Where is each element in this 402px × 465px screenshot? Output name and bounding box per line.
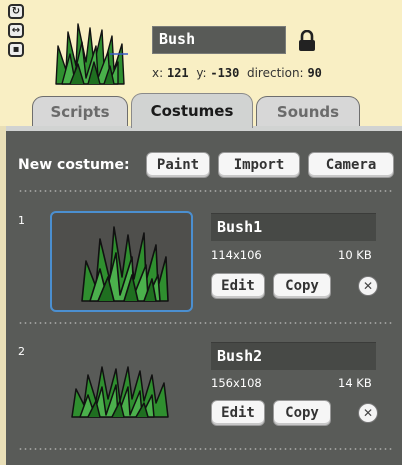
sprite-thumbnail[interactable] (48, 18, 130, 90)
costume-filesize: 10 KB (338, 248, 372, 262)
costume-dimensions: 114x106 (211, 248, 262, 262)
sprite-name-input[interactable]: Bush (152, 26, 286, 54)
direction-label: direction: (246, 66, 304, 80)
bush2-image (71, 366, 169, 418)
bush1-image (81, 226, 169, 302)
delete-costume-icon[interactable]: ✕ (358, 276, 378, 296)
no-rotate-icon[interactable]: ▪ (8, 42, 24, 57)
copy-button[interactable]: Copy (273, 400, 331, 426)
lock-icon[interactable] (298, 30, 316, 52)
costume-name-input[interactable]: Bush1 (211, 213, 376, 241)
copy-button[interactable]: Copy (273, 273, 331, 299)
divider (18, 190, 392, 192)
costume-index: 2 (18, 345, 25, 358)
delete-costume-icon[interactable]: ✕ (358, 403, 378, 423)
tab-scripts[interactable]: Scripts (32, 96, 128, 126)
import-button[interactable]: Import (218, 152, 300, 178)
costume-thumbnail-selected[interactable] (50, 211, 193, 312)
x-label: x: (152, 66, 164, 80)
costume-index: 1 (18, 214, 25, 227)
costume-filesize: 14 KB (338, 376, 372, 390)
x-value: 121 (166, 66, 189, 80)
tab-costumes[interactable]: Costumes (131, 93, 253, 128)
left-right-icon[interactable]: ↔ (8, 23, 24, 38)
costume-thumbnail[interactable] (50, 341, 193, 431)
y-value: -130 (210, 66, 240, 80)
edit-button[interactable]: Edit (211, 400, 265, 426)
divider (18, 448, 392, 450)
rotate-icon[interactable]: ↻ (8, 4, 24, 19)
edit-button[interactable]: Edit (211, 273, 265, 299)
divider (18, 322, 392, 324)
y-label: y: (196, 66, 207, 80)
camera-button[interactable]: Camera (308, 152, 394, 178)
sprite-coordinates: x: 121 y: -130 direction: 90 (152, 66, 322, 80)
tab-sounds[interactable]: Sounds (256, 96, 360, 126)
sprite-header: ↻ ↔ ▪ Bush x: 121 y: -130 direction: 90 (0, 0, 402, 96)
direction-value: 90 (307, 66, 322, 80)
costume-dimensions: 156x108 (211, 376, 262, 390)
new-costume-label: New costume: (18, 157, 130, 173)
costume-name-input[interactable]: Bush2 (211, 342, 376, 370)
paint-button[interactable]: Paint (146, 152, 210, 178)
